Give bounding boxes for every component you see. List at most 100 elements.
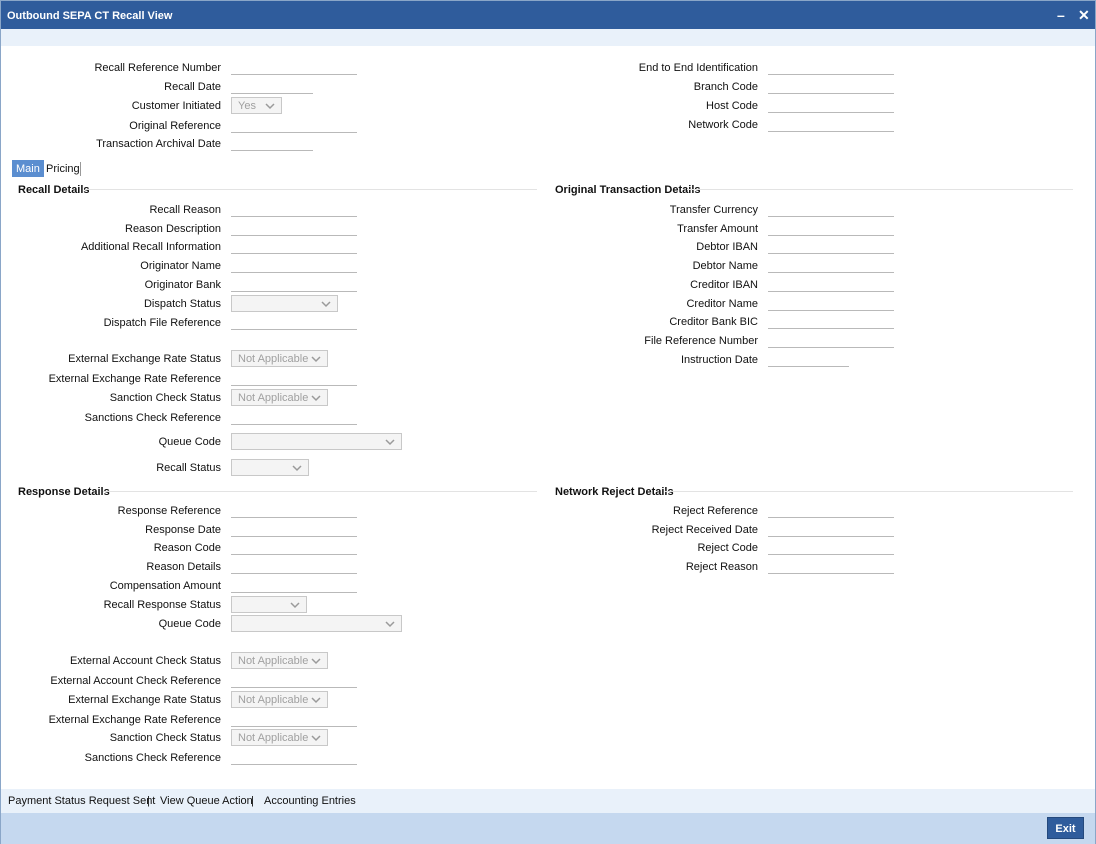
view-queue-action-link[interactable]: View Queue Action	[160, 795, 253, 807]
recall-reason-label: Recall Reason	[149, 204, 221, 216]
toolbar-strip	[1, 29, 1095, 46]
creditor-name-label: Creditor Name	[686, 298, 758, 310]
reject-reason-label: Reject Reason	[685, 561, 758, 573]
dispatch-file-reference-input[interactable]	[231, 316, 357, 330]
external-exchange-rate-status-label: External Exchange Rate Status	[68, 353, 221, 365]
network-code-input[interactable]	[768, 118, 894, 132]
original-transaction-details-title: Original Transaction Details	[555, 184, 701, 196]
end-to-end-identification-label: End to End Identification	[638, 62, 758, 74]
response-sanction-check-status-value: Not Applicable	[238, 732, 309, 744]
response-reference-input[interactable]	[231, 504, 357, 518]
payment-status-request-sent-link[interactable]: Payment Status Request Sent	[8, 795, 155, 807]
exit-button[interactable]: Exit	[1047, 817, 1084, 839]
minimize-icon[interactable]: –	[1057, 7, 1065, 23]
section-divider	[85, 189, 537, 190]
title-bar: Outbound SEPA CT Recall View – ✕	[1, 1, 1095, 29]
chevron-down-icon	[385, 621, 395, 628]
original-reference-input[interactable]	[231, 119, 357, 133]
response-sanctions-check-reference-label: Sanctions Check Reference	[84, 752, 221, 764]
compensation-amount-input[interactable]	[231, 579, 357, 593]
external-exchange-rate-reference-input[interactable]	[231, 372, 357, 386]
transfer-currency-input[interactable]	[768, 203, 894, 217]
external-account-check-reference-input[interactable]	[231, 674, 357, 688]
reason-code-label: Reason Code	[153, 542, 221, 554]
dispatch-status-select[interactable]	[231, 295, 338, 312]
debtor-iban-input[interactable]	[768, 240, 894, 254]
host-code-input[interactable]	[768, 99, 894, 113]
transaction-archival-date-input[interactable]	[231, 137, 313, 151]
reason-code-input[interactable]	[231, 541, 357, 555]
instruction-date-input[interactable]	[768, 353, 849, 367]
reason-description-input[interactable]	[231, 222, 357, 236]
footer-links-bar: Payment Status Request Sent | View Queue…	[1, 789, 1095, 813]
debtor-name-input[interactable]	[768, 259, 894, 273]
external-account-check-status-label: External Account Check Status	[69, 655, 221, 667]
reason-details-input[interactable]	[231, 560, 357, 574]
originator-name-label: Originator Name	[140, 260, 221, 272]
accounting-entries-link[interactable]: Accounting Entries	[264, 795, 356, 807]
external-exchange-rate-status-select[interactable]: Not Applicable	[231, 350, 328, 367]
queue-code-label: Queue Code	[158, 436, 221, 448]
instruction-date-label: Instruction Date	[680, 354, 758, 366]
response-queue-code-label: Queue Code	[158, 618, 221, 630]
debtor-iban-label: Debtor IBAN	[696, 241, 758, 253]
customer-initiated-select[interactable]: Yes	[231, 97, 282, 114]
host-code-label: Host Code	[706, 100, 758, 112]
transfer-amount-input[interactable]	[768, 222, 894, 236]
chevron-down-icon	[311, 395, 321, 402]
response-details-title: Response Details	[18, 486, 110, 498]
sanction-check-status-select[interactable]: Not Applicable	[231, 389, 328, 406]
response-sanction-check-status-select[interactable]: Not Applicable	[231, 729, 328, 746]
response-external-exchange-rate-status-select[interactable]: Not Applicable	[231, 691, 328, 708]
original-reference-label: Original Reference	[129, 120, 221, 132]
recall-date-input[interactable]	[231, 80, 313, 94]
reject-reason-input[interactable]	[768, 560, 894, 574]
creditor-bank-bic-input[interactable]	[768, 315, 894, 329]
footer-separator: |	[147, 795, 150, 807]
creditor-name-input[interactable]	[768, 297, 894, 311]
recall-reference-number-input[interactable]	[231, 61, 357, 75]
tab-pricing[interactable]: Pricing	[42, 160, 84, 177]
reject-code-label: Reject Code	[697, 542, 758, 554]
branch-code-input[interactable]	[768, 80, 894, 94]
external-account-check-status-select[interactable]: Not Applicable	[231, 652, 328, 669]
reject-received-date-label: Reject Received Date	[651, 524, 758, 536]
chevron-down-icon	[385, 439, 395, 446]
recall-status-select[interactable]	[231, 459, 309, 476]
reject-reference-input[interactable]	[768, 504, 894, 518]
file-reference-number-label: File Reference Number	[644, 335, 758, 347]
branch-code-label: Branch Code	[693, 81, 758, 93]
reject-code-input[interactable]	[768, 541, 894, 555]
reject-received-date-input[interactable]	[768, 523, 894, 537]
dispatch-file-reference-label: Dispatch File Reference	[103, 317, 221, 329]
creditor-iban-input[interactable]	[768, 278, 894, 292]
originator-bank-label: Originator Bank	[144, 279, 221, 291]
file-reference-number-input[interactable]	[768, 334, 894, 348]
response-sanctions-check-reference-input[interactable]	[231, 751, 357, 765]
queue-code-select[interactable]	[231, 433, 402, 450]
sanctions-check-reference-label: Sanctions Check Reference	[84, 412, 221, 424]
additional-recall-information-input[interactable]	[231, 240, 357, 254]
recall-status-label: Recall Status	[156, 462, 221, 474]
end-to-end-identification-input[interactable]	[768, 61, 894, 75]
response-queue-code-select[interactable]	[231, 615, 402, 632]
chevron-down-icon	[265, 103, 275, 110]
sanction-check-status-label: Sanction Check Status	[109, 392, 221, 404]
external-exchange-rate-reference-label: External Exchange Rate Reference	[48, 373, 221, 385]
recall-reason-input[interactable]	[231, 203, 357, 217]
section-divider	[687, 189, 1073, 190]
originator-name-input[interactable]	[231, 259, 357, 273]
recall-date-label: Recall Date	[164, 81, 221, 93]
tab-main[interactable]: Main	[12, 160, 44, 177]
originator-bank-input[interactable]	[231, 278, 357, 292]
additional-recall-information-label: Additional Recall Information	[80, 241, 221, 253]
close-icon[interactable]: ✕	[1078, 7, 1090, 24]
window-title: Outbound SEPA CT Recall View	[7, 10, 173, 22]
response-external-exchange-rate-reference-input[interactable]	[231, 713, 357, 727]
response-external-exchange-rate-status-value: Not Applicable	[238, 694, 309, 706]
sanctions-check-reference-input[interactable]	[231, 411, 357, 425]
compensation-amount-label: Compensation Amount	[109, 580, 221, 592]
transaction-archival-date-label: Transaction Archival Date	[96, 138, 221, 150]
recall-response-status-select[interactable]	[231, 596, 307, 613]
response-date-input[interactable]	[231, 523, 357, 537]
